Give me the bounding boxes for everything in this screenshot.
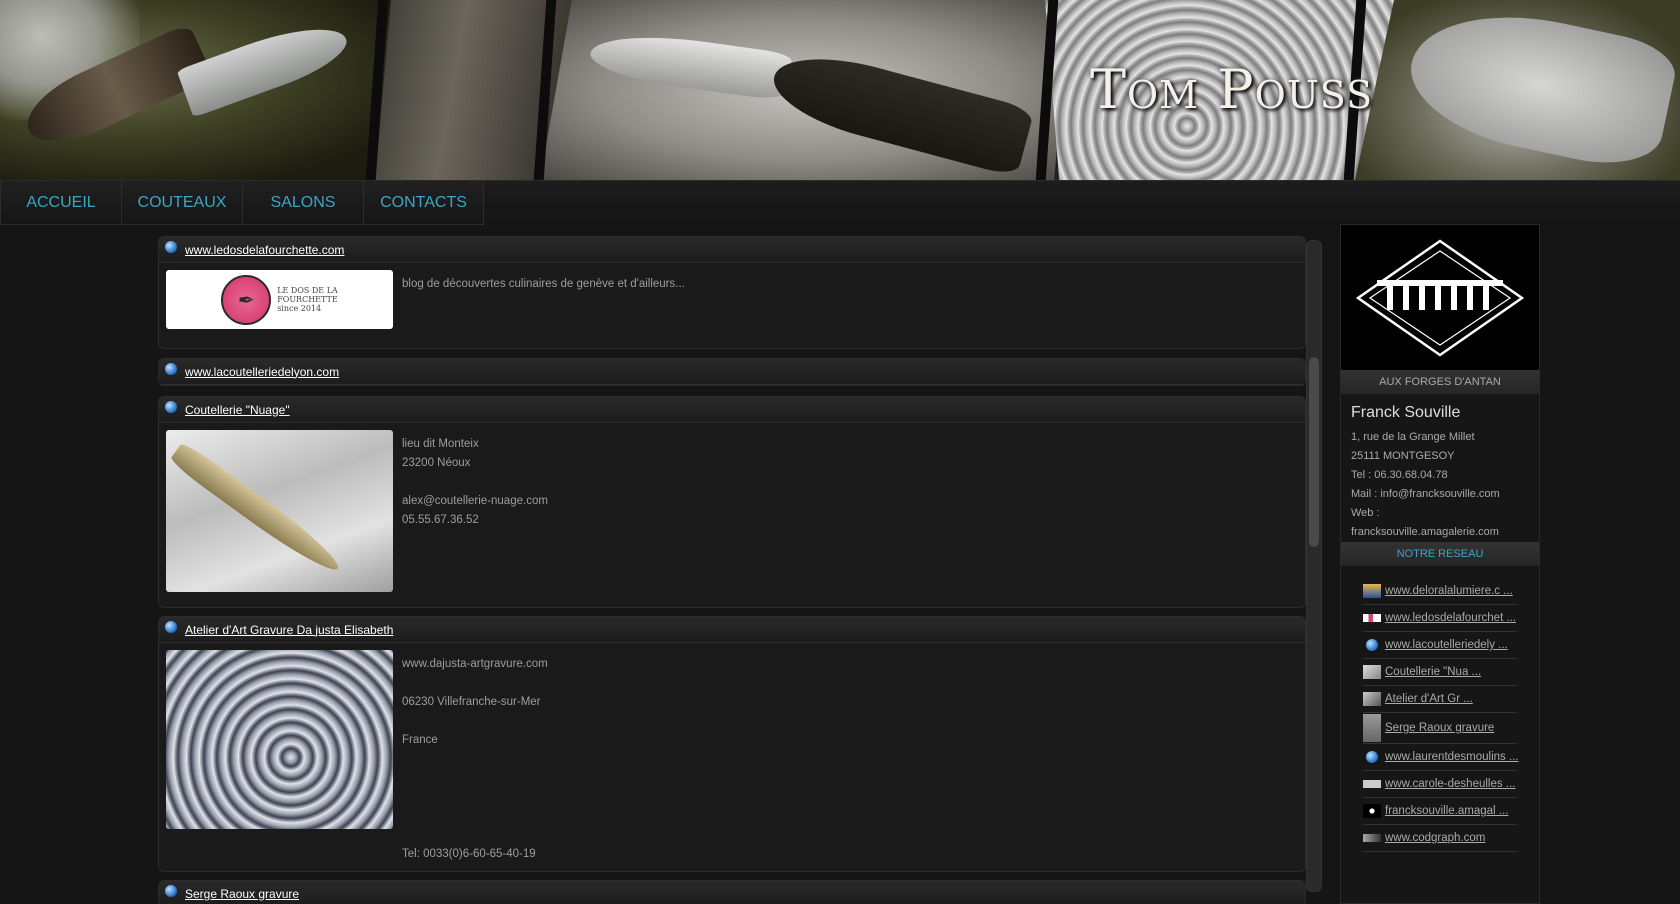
logo-line: LE DOS DE LA (277, 286, 338, 295)
link-thumbnail[interactable]: ✒ LE DOS DE LA FOURCHETTE since 2014 (166, 270, 393, 329)
network-item[interactable]: www.codgraph.com (1363, 825, 1517, 852)
link-title[interactable]: www.ledosdelafourchette.com (185, 243, 344, 257)
nav-item-contacts[interactable]: CONTACTS (364, 181, 484, 225)
logo-thumb-icon (1363, 804, 1381, 818)
scrollbar-thumb[interactable] (1309, 357, 1319, 547)
globe-icon (165, 362, 177, 375)
link-card: Coutellerie "Nuage" lieu dit Monteix 232… (158, 396, 1306, 608)
link-card-header: www.ledosdelafourchette.com (159, 237, 1305, 263)
link-card-header: Serge Raoux gravure (159, 881, 1305, 904)
logo-caption: AUX FORGES D'ANTAN (1341, 370, 1539, 394)
contact-mail: Mail : info@francksouville.com (1351, 488, 1500, 500)
globe-icon (165, 884, 177, 897)
network-item[interactable]: www.lacoutelleriedely ... (1363, 632, 1517, 659)
site-title: Tom Pouss (1090, 58, 1374, 121)
globe-icon (1366, 639, 1378, 651)
forge-logo (1341, 225, 1539, 370)
globe-icon (165, 620, 177, 633)
site-thumb-icon (1363, 780, 1381, 788)
fourchette-logo-text: LE DOS DE LA FOURCHETTE since 2014 (277, 286, 338, 313)
link-thumbnail[interactable] (166, 650, 393, 829)
contact-block: Franck Souville 1, rue de la Grange Mill… (1341, 394, 1539, 542)
link-card-header: Coutellerie "Nuage" (159, 397, 1305, 423)
link-card-header: Atelier d'Art Gravure Da justa Elisabeth (159, 617, 1305, 643)
network-item[interactable]: www.carole-desheulles ... (1363, 771, 1517, 798)
link-description: www.dajusta-artgravure.com 06230 Villefr… (402, 658, 548, 860)
link-title[interactable]: www.lacoutelleriedelyon.com (185, 365, 339, 379)
network-link[interactable]: www.codgraph.com (1385, 832, 1485, 844)
contact-web-label: Web : (1351, 507, 1380, 519)
network-link[interactable]: Coutellerie "Nua ... (1385, 666, 1481, 678)
contact-tel: Tel : 06.30.68.04.78 (1351, 469, 1448, 481)
network-item[interactable]: Atelier d'Art Gr ... (1363, 686, 1517, 713)
link-title[interactable]: Atelier d'Art Gravure Da justa Elisabeth (185, 623, 393, 637)
network-item[interactable]: Coutellerie "Nua ... (1363, 659, 1517, 686)
logo-line: FOURCHETTE (277, 295, 338, 304)
header-banner: Tom Pouss (0, 0, 1680, 180)
main-nav: ACCUEIL COUTEAUX SALONS CONTACTS (0, 180, 1680, 225)
network-link[interactable]: francksouville.amagal ... (1385, 805, 1508, 817)
globe-icon (1366, 751, 1378, 763)
codgraph-thumb-icon (1363, 834, 1381, 842)
fork-pen-icon: ✒ (221, 274, 272, 325)
nav-item-couteaux[interactable]: COUTEAUX (122, 181, 243, 225)
link-card: www.lacoutelleriedelyon.com (158, 358, 1306, 386)
contact-web: francksouville.amagalerie.com (1351, 526, 1499, 538)
links-list: www.ledosdelafourchette.com ✒ LE DOS DE … (158, 236, 1306, 904)
network-item[interactable]: www.deloralalumiere.c ... (1363, 578, 1517, 605)
contact-name: Franck Souville (1351, 404, 1461, 421)
contact-address: 1, rue de la Grange Millet (1351, 431, 1475, 443)
forge-diamond-logo-icon (1355, 238, 1525, 357)
network-link[interactable]: Serge Raoux gravure (1385, 722, 1494, 734)
list-scrollbar[interactable] (1306, 240, 1322, 892)
link-card: Atelier d'Art Gravure Da justa Elisabeth… (158, 616, 1306, 872)
engraving-thumb-icon (1363, 714, 1381, 742)
network-item[interactable]: francksouville.amagal ... (1363, 798, 1517, 825)
network-link[interactable]: www.lacoutelleriedely ... (1385, 639, 1508, 651)
link-title[interactable]: Serge Raoux gravure (185, 887, 299, 901)
network-list: www.deloralalumiere.c ... www.ledosdelaf… (1341, 566, 1539, 852)
link-card: www.ledosdelafourchette.com ✒ LE DOS DE … (158, 236, 1306, 349)
link-thumbnail[interactable] (166, 430, 393, 592)
link-card-header: www.lacoutelleriedelyon.com (159, 359, 1305, 385)
engraving-thumb-icon (1363, 692, 1381, 706)
network-link[interactable]: www.laurentdesmoulins ... (1385, 751, 1519, 763)
globe-icon (165, 400, 177, 413)
network-link[interactable]: www.deloralalumiere.c ... (1385, 585, 1513, 597)
network-link[interactable]: www.carole-desheulles ... (1385, 778, 1515, 790)
link-card: Serge Raoux gravure (158, 880, 1306, 904)
network-item[interactable]: www.ledosdelafourchet ... (1363, 605, 1517, 632)
network-item[interactable]: Serge Raoux gravure (1363, 713, 1517, 744)
logo-line: since 2014 (277, 304, 322, 313)
link-title[interactable]: Coutellerie "Nuage" (185, 403, 290, 417)
network-link[interactable]: www.ledosdelafourchet ... (1385, 612, 1516, 624)
sidebar: AUX FORGES D'ANTAN Franck Souville 1, ru… (1340, 224, 1540, 904)
link-description: blog de découvertes culinaires de genève… (402, 278, 685, 290)
fourchette-thumb-icon (1363, 614, 1381, 622)
portrait-thumb-icon (1363, 584, 1381, 598)
knife-thumb-icon (1363, 665, 1381, 679)
network-item[interactable]: www.laurentdesmoulins ... (1363, 744, 1519, 771)
globe-icon (165, 240, 177, 253)
network-link[interactable]: Atelier d'Art Gr ... (1385, 693, 1473, 705)
nav-item-salons[interactable]: SALONS (243, 181, 364, 225)
contact-city: 25111 MONTGESOY (1351, 450, 1455, 462)
network-title: NOTRE RESEAU (1341, 542, 1539, 566)
nav-item-accueil[interactable]: ACCUEIL (0, 181, 122, 225)
link-description: lieu dit Monteix 23200 Néoux alex@coutel… (402, 438, 548, 526)
